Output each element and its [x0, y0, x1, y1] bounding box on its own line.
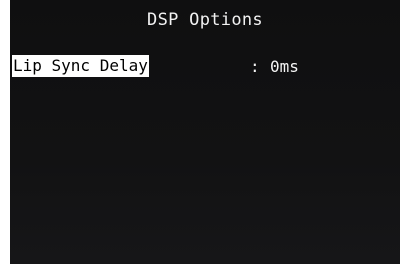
dsp-options-screen: DSP Options Lip Sync Delay : 0ms: [10, 0, 400, 264]
menu-item-label: Lip Sync Delay: [12, 55, 149, 77]
menu-item-value[interactable]: 0ms: [270, 57, 299, 76]
page-title: DSP Options: [147, 10, 263, 30]
options-menu: Lip Sync Delay : 0ms: [12, 54, 392, 78]
menu-item-separator: :: [250, 56, 260, 76]
menu-item-lip-sync-delay[interactable]: Lip Sync Delay : 0ms: [12, 54, 392, 78]
